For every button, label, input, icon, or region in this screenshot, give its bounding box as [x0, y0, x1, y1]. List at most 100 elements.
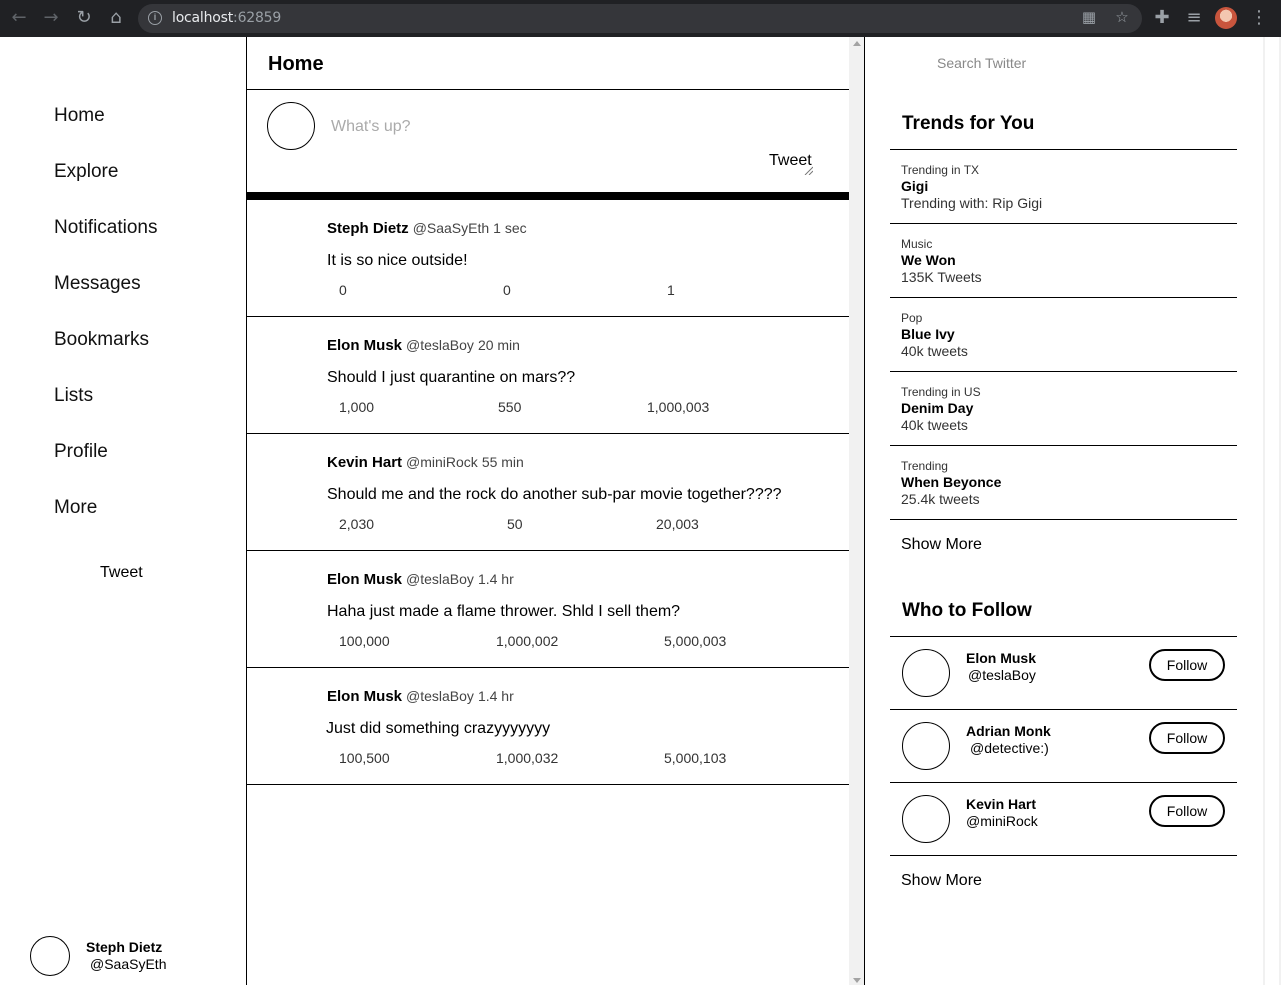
current-user-name: Steph Dietz	[86, 939, 163, 955]
tweet-retweet-count[interactable]: 1,000,002	[496, 633, 558, 649]
tweet-author-name: Elon Musk	[327, 688, 403, 705]
nav-notifications[interactable]: Notifications	[54, 217, 158, 239]
back-icon[interactable]: ←	[9, 8, 29, 28]
media-queue-icon[interactable]: ≡	[1184, 8, 1204, 28]
tweet-reply-count[interactable]: 100,000	[339, 633, 390, 649]
nav-profile[interactable]: Profile	[54, 441, 108, 463]
browser-profile-avatar[interactable]	[1215, 7, 1237, 29]
bookmark-star-icon[interactable]: ☆	[1113, 9, 1131, 27]
trend-category: Trending	[901, 459, 948, 473]
follow-button[interactable]: Follow	[1149, 649, 1225, 681]
main-feed: Home What's up? Tweet Steph Dietz @SaaSyE…	[246, 37, 849, 985]
follow-button[interactable]: Follow	[1149, 795, 1225, 827]
menu-kebab-icon[interactable]: ⋮	[1249, 8, 1269, 28]
search-input[interactable]: Search Twitter	[937, 55, 1026, 71]
translate-icon[interactable]: ▦	[1080, 9, 1098, 27]
tweet-time: 1.4 hr	[477, 571, 514, 587]
nav-bookmarks[interactable]: Bookmarks	[54, 329, 149, 351]
trend-subtitle: 40k tweets	[901, 343, 968, 359]
tweet-reply-count[interactable]: 1,000	[339, 399, 374, 415]
trend-item[interactable]: Music We Won 135K Tweets	[890, 223, 1237, 297]
reload-icon[interactable]: ↻	[74, 8, 94, 28]
tweet-text: Should I just quarantine on mars??	[327, 369, 576, 386]
tweet-text: Haha just made a flame thrower. Shld I s…	[327, 603, 681, 620]
follow-show-more-link[interactable]: Show More	[901, 872, 982, 890]
sidebar-tweet-button[interactable]: Tweet	[100, 564, 143, 582]
tweet-reply-count[interactable]: 0	[339, 282, 347, 298]
avatar	[267, 102, 315, 150]
nav-home[interactable]: Home	[54, 105, 105, 127]
tweet-like-count[interactable]: 1,000,003	[647, 399, 709, 415]
trend-item[interactable]: Trending in TX Gigi Trending with: Rip G…	[890, 149, 1237, 223]
scroll-up-icon[interactable]	[853, 41, 861, 46]
nav-more[interactable]: More	[54, 497, 97, 519]
site-info-icon[interactable]: i	[148, 11, 162, 25]
tweet-like-count[interactable]: 20,003	[656, 516, 699, 532]
tweet-retweet-count[interactable]: 50	[507, 516, 523, 532]
tweet-item[interactable]: Elon Musk @teslaBoy 1.4 hr Just did someth…	[247, 668, 849, 785]
avatar	[902, 649, 950, 697]
forward-icon[interactable]: →	[41, 8, 61, 28]
trend-category: Music	[901, 237, 933, 251]
tweet-text: Just did something crazyyyyyyy	[326, 720, 551, 737]
tweet-text: It is so nice outside!	[327, 252, 468, 269]
follow-button[interactable]: Follow	[1149, 722, 1225, 754]
tweet-item[interactable]: Elon Musk @teslaBoy 20 min Should I just q…	[247, 317, 849, 434]
follow-suggestion[interactable]: Elon Musk @teslaBoy Follow	[890, 636, 1237, 709]
extensions-icon[interactable]: ✚	[1152, 8, 1172, 28]
follow-suggestion[interactable]: Kevin Hart @miniRock Follow	[890, 782, 1237, 855]
follow-suggestion[interactable]: Adrian Monk @detective:) Follow	[890, 709, 1237, 782]
tweet-author-name: Steph Dietz	[327, 220, 409, 237]
tweet-retweet-count[interactable]: 1,000,032	[496, 750, 558, 766]
avatar	[902, 795, 950, 843]
avatar	[902, 722, 950, 770]
follow-name: Elon Musk	[966, 650, 1037, 666]
tweet-author: Steph Dietz @SaaSyEth 1 sec	[327, 220, 527, 237]
tweet-retweet-count[interactable]: 0	[503, 282, 511, 298]
tweet-like-count[interactable]: 5,000,003	[664, 633, 726, 649]
trends-show-more-link[interactable]: Show More	[901, 536, 982, 554]
tweet-reply-count[interactable]: 2,030	[339, 516, 374, 532]
feed-header: Home	[247, 37, 849, 90]
trend-item[interactable]: Trending in US Denim Day 40k tweets	[890, 371, 1237, 445]
trends-title: Trends for You	[902, 113, 1035, 134]
right-sidebar: Search Twitter Trends for You Trending i…	[866, 37, 1263, 985]
tweet-like-count[interactable]: 5,000,103	[664, 750, 726, 766]
tweet-like-count[interactable]: 1	[667, 282, 675, 298]
scroll-down-icon[interactable]	[853, 978, 861, 983]
resize-handle-icon[interactable]	[803, 165, 813, 175]
trend-subtitle: 135K Tweets	[901, 269, 982, 285]
tweet-author-handle: @teslaBoy	[406, 688, 474, 704]
tweet-item[interactable]: Elon Musk @teslaBoy 1.4 hr Haha just made …	[247, 551, 849, 668]
trend-category: Pop	[901, 311, 923, 325]
follow-handle: @detective:)	[970, 740, 1049, 756]
scrollbar-thumb[interactable]	[1265, 37, 1279, 985]
trend-item[interactable]: Trending When Beyonce 25.4k tweets	[890, 445, 1237, 519]
tweet-reply-count[interactable]: 100,500	[339, 750, 390, 766]
home-icon[interactable]: ⌂	[106, 8, 126, 28]
tweet-item[interactable]: Steph Dietz @SaaSyEth 1 sec It is so nice …	[247, 200, 849, 317]
avatar	[30, 936, 70, 976]
current-user-handle: @SaaSyEth	[90, 956, 167, 972]
feed-scrollbar[interactable]	[849, 37, 865, 985]
page-title: Home	[268, 53, 324, 75]
tweet-author-name: Kevin Hart	[327, 454, 403, 471]
tweet-item[interactable]: Kevin Hart @miniRock 55 min Should me and …	[247, 434, 849, 551]
tweet-author: Elon Musk @teslaBoy 1.4 hr	[327, 571, 514, 588]
tweet-time: 20 min	[477, 337, 520, 353]
trend-item[interactable]: Pop Blue Ivy 40k tweets	[890, 297, 1237, 371]
page-scrollbar[interactable]	[1263, 37, 1281, 985]
nav-lists[interactable]: Lists	[54, 385, 93, 407]
follow-handle: @miniRock	[966, 813, 1038, 829]
trend-title: Denim Day	[901, 400, 974, 416]
address-bar[interactable]: i localhost:62859 ▦ ☆	[138, 4, 1142, 33]
tweet-author-handle: @teslaBoy	[406, 337, 474, 353]
tweet-input[interactable]: What's up?	[331, 118, 411, 136]
divider	[890, 519, 1237, 520]
nav-explore[interactable]: Explore	[54, 161, 118, 183]
follow-handle: @teslaBoy	[968, 667, 1036, 683]
url-host: localhost	[172, 10, 234, 26]
divider	[890, 855, 1237, 856]
nav-messages[interactable]: Messages	[54, 273, 141, 295]
tweet-retweet-count[interactable]: 550	[498, 399, 521, 415]
